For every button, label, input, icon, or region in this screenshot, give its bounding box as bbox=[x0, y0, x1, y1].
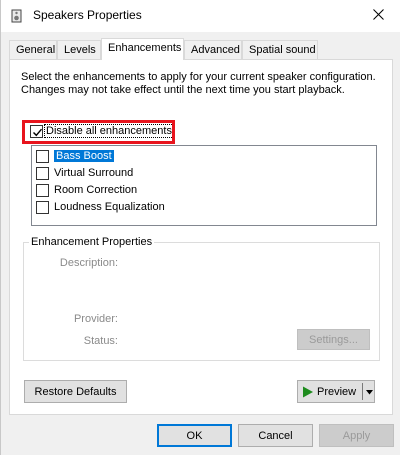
tab-levels[interactable]: Levels bbox=[57, 40, 101, 60]
close-icon bbox=[372, 9, 384, 23]
bass-boost-label[interactable]: Bass Boost bbox=[54, 150, 114, 162]
chevron-down-icon bbox=[365, 386, 373, 398]
apply-button[interactable]: Apply bbox=[319, 424, 394, 447]
room-correction-checkbox[interactable] bbox=[36, 184, 49, 197]
speakers-properties-dialog: Speakers Properties General Levels Enhan… bbox=[0, 0, 400, 455]
window-title: Speakers Properties bbox=[33, 8, 142, 22]
preview-dropdown-button[interactable] bbox=[364, 381, 374, 402]
description-label: Description: bbox=[59, 257, 118, 269]
close-button[interactable] bbox=[355, 0, 400, 32]
highlight-annotation bbox=[22, 120, 175, 144]
tab-general[interactable]: General bbox=[9, 40, 57, 60]
speaker-icon bbox=[10, 9, 24, 23]
restore-defaults-label: Restore Defaults bbox=[34, 385, 117, 398]
ok-button[interactable]: OK bbox=[157, 424, 232, 447]
provider-label: Provider: bbox=[73, 313, 118, 325]
room-correction-label[interactable]: Room Correction bbox=[54, 184, 137, 196]
bass-boost-checkbox[interactable] bbox=[36, 150, 49, 163]
loudness-equalization-checkbox[interactable] bbox=[36, 201, 49, 214]
play-icon bbox=[302, 386, 314, 398]
virtual-surround-label[interactable]: Virtual Surround bbox=[54, 167, 133, 179]
preview-divider bbox=[362, 383, 363, 400]
enhancements-list[interactable]: Bass Boost Virtual Surround Room Correct… bbox=[31, 145, 377, 226]
status-label: Status: bbox=[83, 335, 118, 347]
settings-button[interactable]: Settings... bbox=[297, 329, 370, 350]
virtual-surround-checkbox[interactable] bbox=[36, 167, 49, 180]
enhancements-description: Select the enhancements to apply for you… bbox=[21, 71, 376, 96]
tab-advanced[interactable]: Advanced bbox=[184, 40, 242, 60]
preview-button[interactable]: Preview bbox=[298, 381, 362, 402]
cancel-button[interactable]: Cancel bbox=[238, 424, 313, 447]
restore-defaults-button[interactable]: Restore Defaults bbox=[24, 380, 127, 403]
preview-label: Preview bbox=[317, 385, 357, 398]
tab-spatial-sound[interactable]: Spatial sound bbox=[242, 40, 318, 60]
enhancement-properties-title: Enhancement Properties bbox=[29, 236, 155, 248]
loudness-equalization-label[interactable]: Loudness Equalization bbox=[54, 201, 165, 213]
tab-enhancements[interactable]: Enhancements bbox=[101, 38, 184, 60]
title-bar: Speakers Properties bbox=[1, 0, 400, 32]
preview-split-button[interactable]: Preview bbox=[297, 380, 375, 403]
